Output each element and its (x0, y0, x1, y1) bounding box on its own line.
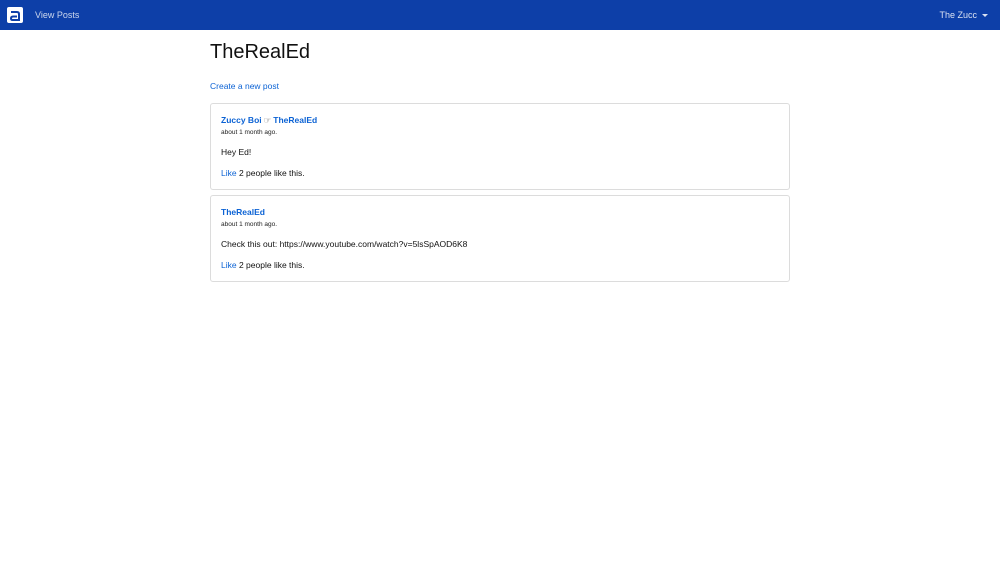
post-body: Check this out: https://www.youtube.com/… (221, 239, 468, 249)
main-content: TheRealEd Create a new post Zuccy Boi ☞ Th… (210, 30, 790, 282)
like-button[interactable]: Like (221, 260, 237, 270)
user-name: The Zucc (939, 10, 977, 20)
post-timestamp: about 1 month ago. (221, 129, 278, 136)
app-logo-icon[interactable] (7, 7, 23, 23)
post-author-link[interactable]: Zuccy Boi (221, 115, 262, 125)
chevron-down-icon (982, 13, 988, 17)
post-body: Hey Ed! (221, 147, 252, 157)
pointing-hand-icon: ☞ (263, 115, 272, 125)
like-button[interactable]: Like (221, 168, 237, 178)
post-header: Zuccy Boi ☞ TheRealEd (221, 115, 779, 126)
top-navbar: View Posts The Zucc (0, 0, 1000, 30)
view-posts-link[interactable]: View Posts (35, 9, 79, 21)
like-count: 2 people like this. (238, 260, 305, 270)
post-card: TheRealEd about 1 month ago. Check this … (210, 195, 790, 282)
post-timestamp: about 1 month ago. (221, 221, 278, 228)
page-title: TheRealEd (210, 41, 311, 63)
post-likes: Like 2 people like this. (221, 260, 779, 271)
post-recipient-link[interactable]: TheRealEd (273, 115, 317, 125)
like-count: 2 people like this. (238, 168, 305, 178)
post-header: TheRealEd (221, 207, 779, 218)
post-author-link[interactable]: TheRealEd (221, 207, 265, 217)
post-likes: Like 2 people like this. (221, 168, 779, 179)
post-card: Zuccy Boi ☞ TheRealEd about 1 month ago. H… (210, 103, 790, 190)
user-menu-dropdown[interactable]: The Zucc (939, 9, 988, 21)
create-post-link[interactable]: Create a new post (210, 81, 279, 92)
